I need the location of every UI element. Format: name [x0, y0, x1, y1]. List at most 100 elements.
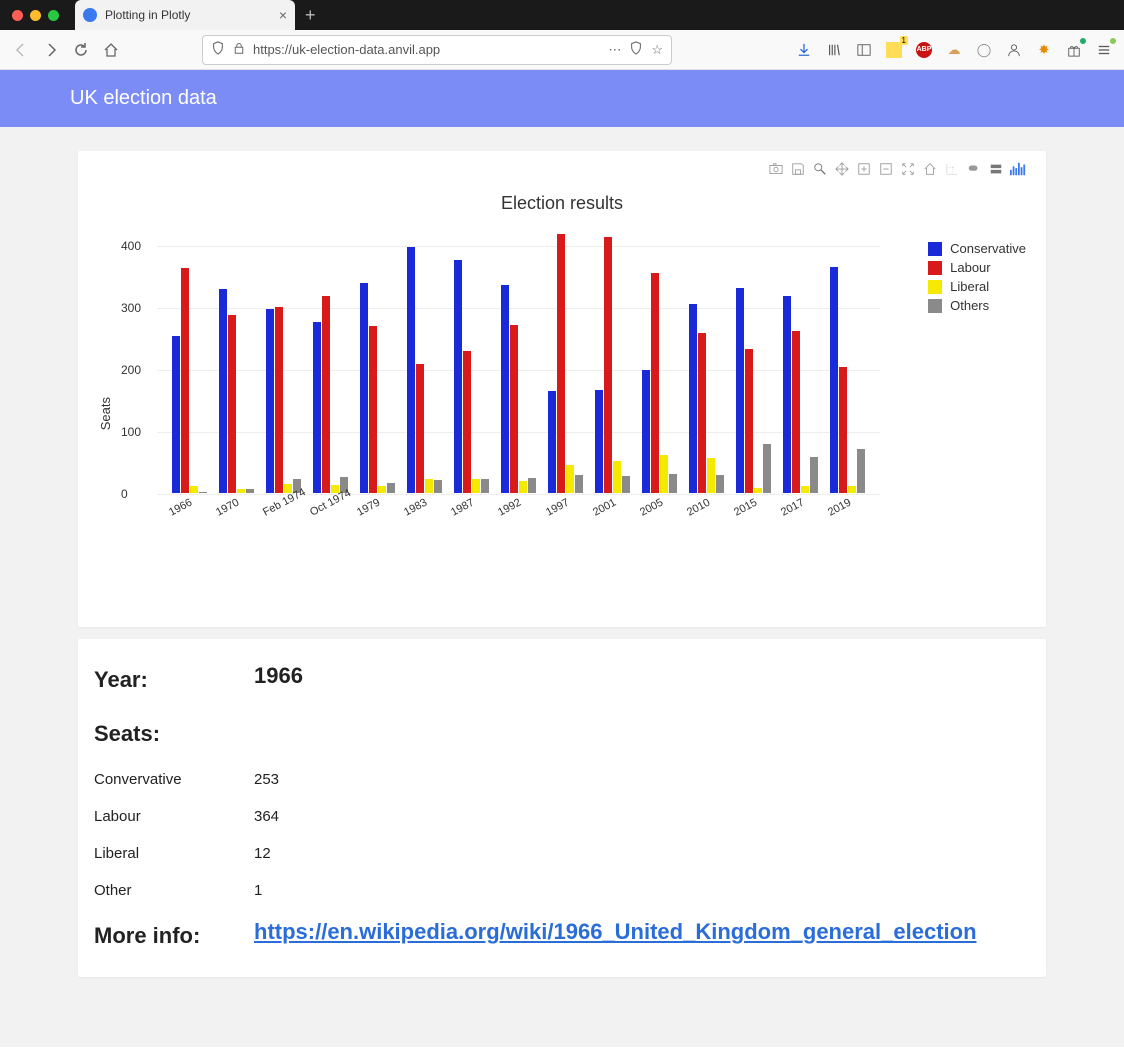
bar-labour[interactable]: [369, 326, 377, 493]
bar-conservative[interactable]: [830, 267, 838, 493]
sidebar-icon[interactable]: [856, 42, 872, 58]
home-button[interactable]: [102, 41, 120, 59]
lock-icon[interactable]: [233, 41, 245, 58]
downloads-icon[interactable]: [796, 42, 812, 58]
hover-compare-icon[interactable]: [988, 161, 1004, 177]
bookmark-star-icon[interactable]: ☆: [651, 42, 663, 58]
legend-item[interactable]: Liberal: [928, 279, 1026, 294]
zoom-in-icon[interactable]: [856, 161, 872, 177]
bar-conservative[interactable]: [313, 322, 321, 493]
bar-labour[interactable]: [604, 237, 612, 493]
bar-conservative[interactable]: [454, 260, 462, 493]
bar-labour[interactable]: [698, 333, 706, 493]
plot-area[interactable]: 0100200300400 19661970Feb 1974Oct 197419…: [117, 234, 880, 594]
bar-group[interactable]: [496, 285, 540, 493]
bar-group[interactable]: [402, 247, 446, 493]
extension-splat-icon[interactable]: ✸: [1036, 42, 1052, 58]
library-icon[interactable]: [826, 42, 842, 58]
bar-conservative[interactable]: [595, 390, 603, 493]
zoom-out-icon[interactable]: [878, 161, 894, 177]
bar-liberal[interactable]: [566, 465, 574, 493]
minimize-window-icon[interactable]: [30, 10, 41, 21]
pan-icon[interactable]: [834, 161, 850, 177]
bar-liberal[interactable]: [660, 455, 668, 493]
bar-conservative[interactable]: [360, 283, 368, 493]
extension-gift-icon[interactable]: [1066, 42, 1082, 58]
bar-liberal[interactable]: [613, 461, 621, 493]
bar-conservative[interactable]: [548, 391, 556, 493]
plotly-logo-icon[interactable]: [1010, 161, 1026, 177]
legend-item[interactable]: Labour: [928, 260, 1026, 275]
bar-labour[interactable]: [839, 367, 847, 493]
reload-button[interactable]: [72, 41, 90, 59]
seat-row-label: Labour: [94, 798, 254, 835]
page-body: Election results Conservative Labour Lib…: [0, 127, 1124, 1047]
autoscale-icon[interactable]: [900, 161, 916, 177]
bar-labour[interactable]: [792, 331, 800, 493]
page-actions-icon[interactable]: ⋯: [608, 42, 621, 58]
account-icon[interactable]: [1006, 42, 1022, 58]
bar-conservative[interactable]: [172, 336, 180, 493]
bar-group[interactable]: [308, 296, 352, 493]
bar-group[interactable]: [214, 289, 258, 493]
bar-labour[interactable]: [463, 351, 471, 493]
forward-button[interactable]: [42, 41, 60, 59]
bar-liberal[interactable]: [707, 458, 715, 493]
bar-group[interactable]: [685, 304, 729, 493]
bar-conservative[interactable]: [501, 285, 509, 493]
bar-labour[interactable]: [275, 307, 283, 493]
bar-group[interactable]: [732, 288, 776, 493]
zoom-icon[interactable]: [812, 161, 828, 177]
adblock-icon[interactable]: ABP: [916, 42, 932, 58]
bar-labour[interactable]: [416, 364, 424, 493]
hover-closest-icon[interactable]: [966, 161, 982, 177]
bar-group[interactable]: [544, 234, 588, 493]
y-tick: 300: [121, 301, 141, 315]
camera-icon[interactable]: [768, 161, 784, 177]
reader-mode-icon[interactable]: [629, 41, 643, 58]
menu-icon[interactable]: [1096, 42, 1112, 58]
close-window-icon[interactable]: [12, 10, 23, 21]
bar-conservative[interactable]: [266, 309, 274, 493]
maximize-window-icon[interactable]: [48, 10, 59, 21]
shield-icon[interactable]: [211, 41, 225, 58]
bar-labour[interactable]: [557, 234, 565, 493]
bar-group[interactable]: [638, 273, 682, 493]
year-label: Year:: [94, 653, 254, 707]
bar-conservative[interactable]: [783, 296, 791, 493]
new-tab-button[interactable]: +: [295, 5, 326, 26]
extension-ghost-icon[interactable]: ☁: [946, 42, 962, 58]
bar-labour[interactable]: [322, 296, 330, 493]
extension-circle-icon[interactable]: ◯: [976, 42, 992, 58]
bar-labour[interactable]: [510, 325, 518, 493]
bar-conservative[interactable]: [642, 370, 650, 493]
bar-conservative[interactable]: [689, 304, 697, 493]
reset-axes-icon[interactable]: [922, 161, 938, 177]
bar-conservative[interactable]: [219, 289, 227, 493]
spike-lines-icon[interactable]: [944, 161, 960, 177]
bar-others[interactable]: [763, 444, 771, 493]
bar-conservative[interactable]: [736, 288, 744, 493]
bar-labour[interactable]: [745, 349, 753, 493]
bar-group[interactable]: [591, 237, 635, 493]
bar-group[interactable]: [261, 307, 305, 493]
bar-labour[interactable]: [651, 273, 659, 493]
bar-group[interactable]: [449, 260, 493, 493]
more-info-link[interactable]: https://en.wikipedia.org/wiki/1966_Unite…: [254, 919, 977, 944]
close-tab-icon[interactable]: ×: [279, 7, 287, 23]
legend-item[interactable]: Others: [928, 298, 1026, 313]
legend-item[interactable]: Conservative: [928, 241, 1026, 256]
bar-group[interactable]: [779, 296, 823, 493]
bar-group[interactable]: [355, 283, 399, 493]
bar-group[interactable]: [826, 267, 870, 493]
extension-pixel-icon[interactable]: 1: [886, 42, 902, 58]
url-bar[interactable]: https://uk-election-data.anvil.app ⋯ ☆: [202, 35, 672, 65]
bar-group[interactable]: [167, 268, 211, 493]
bar-labour[interactable]: [228, 315, 236, 493]
y-axis-label: Seats: [94, 397, 117, 430]
back-button[interactable]: [12, 41, 30, 59]
bar-conservative[interactable]: [407, 247, 415, 493]
browser-tab[interactable]: Plotting in Plotly ×: [75, 0, 295, 30]
save-icon[interactable]: [790, 161, 806, 177]
bar-labour[interactable]: [181, 268, 189, 493]
